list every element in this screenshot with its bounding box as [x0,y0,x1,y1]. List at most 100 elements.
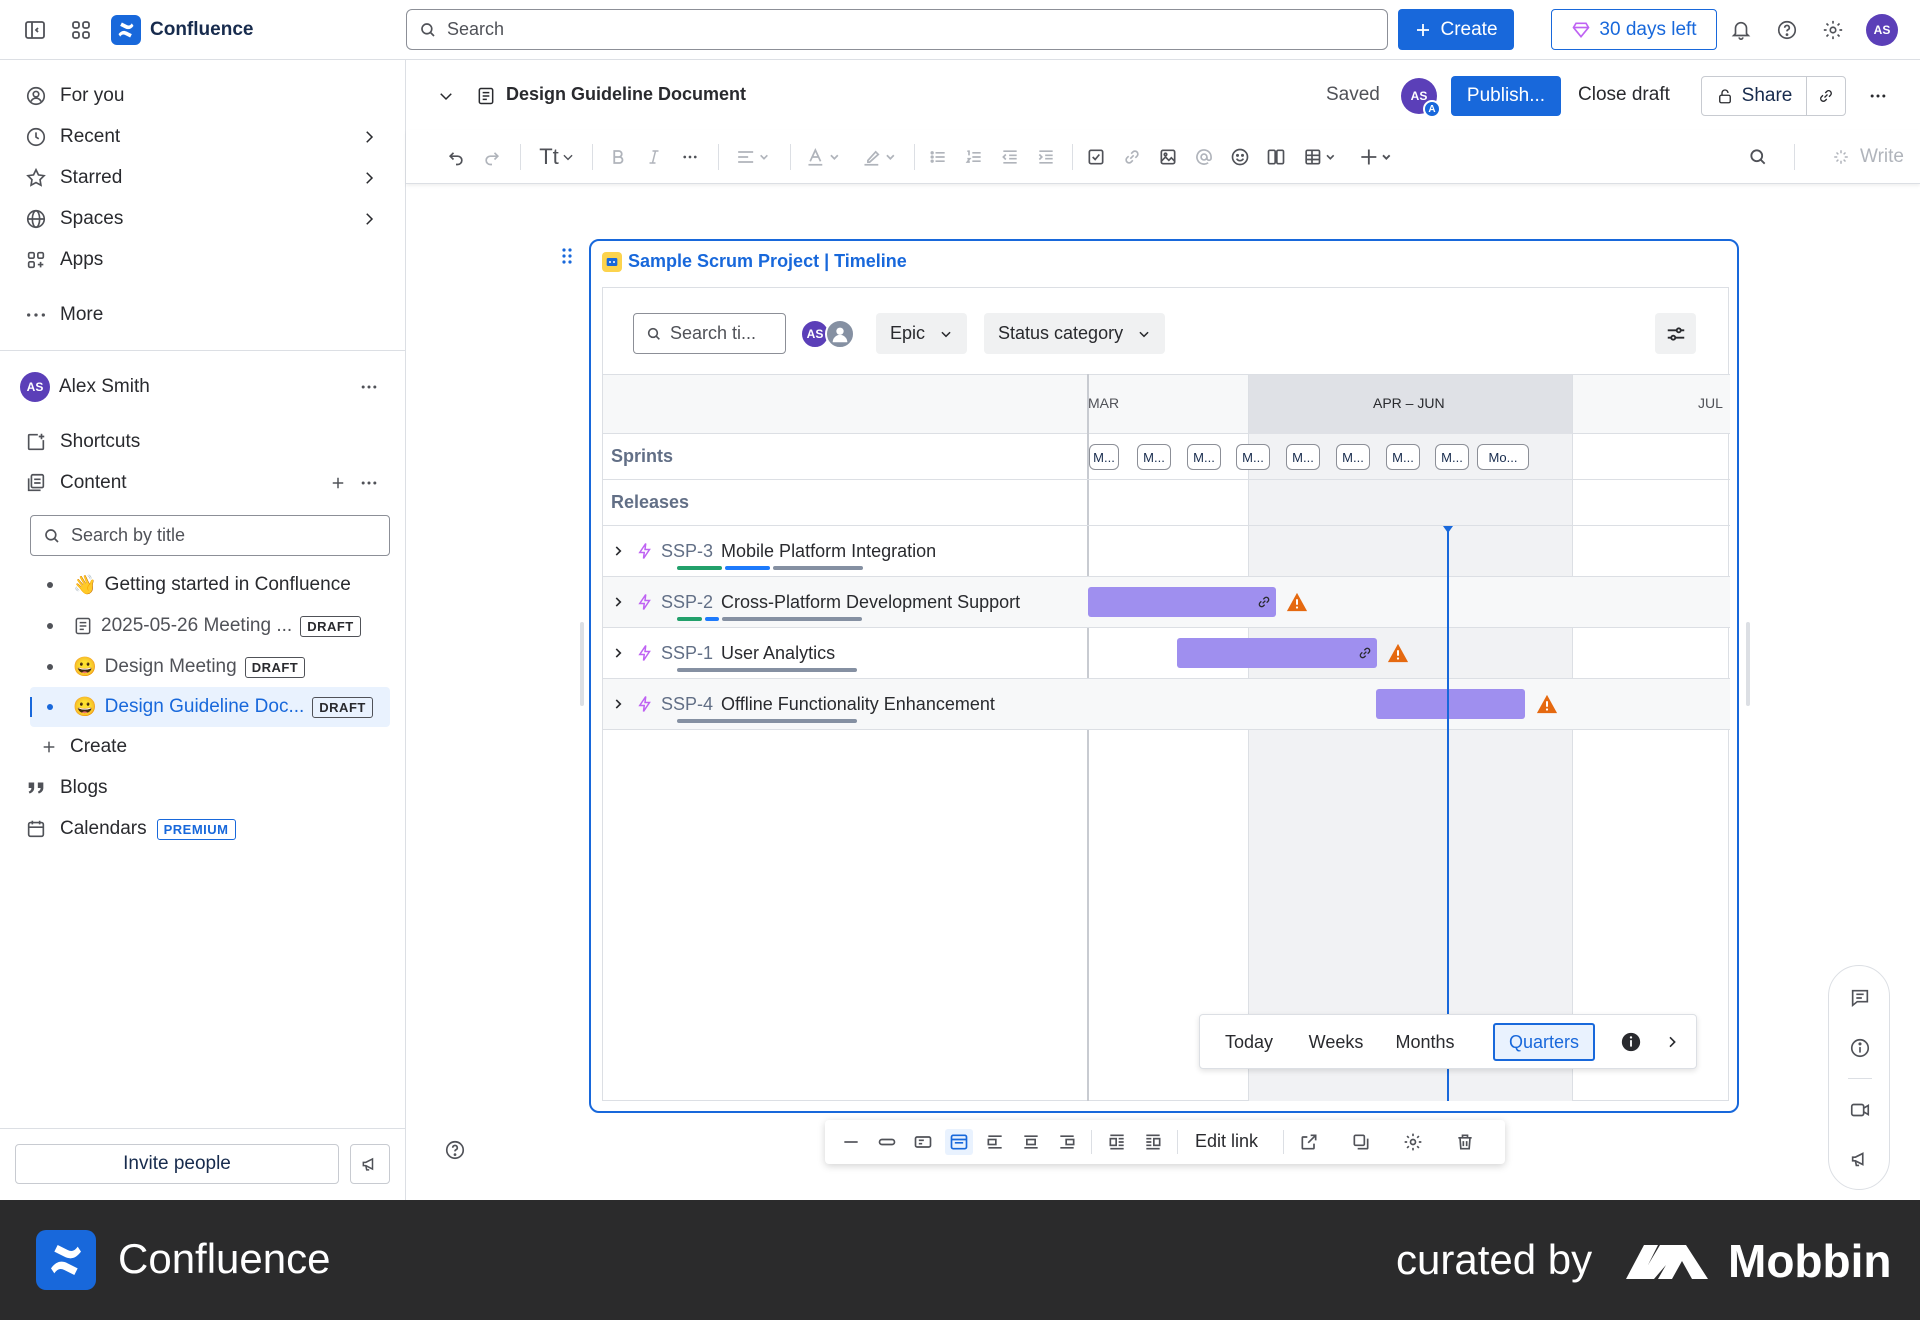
sidebar-item-calendars[interactable]: Calendars PREMIUM [24,812,236,846]
details-info-icon[interactable] [1848,1036,1872,1060]
sprint-chip[interactable]: M... [1187,444,1221,470]
find-search-icon[interactable] [1744,143,1772,171]
global-search-input[interactable]: Search [406,9,1388,50]
tree-item-selected[interactable]: 😀 Design Guideline Doc... DRAFT [30,687,390,727]
undo-icon[interactable] [442,143,470,171]
trial-button[interactable]: 30 days left [1551,9,1717,50]
edit-link-button[interactable]: Edit link [1195,1131,1258,1152]
sidebar-item-shortcuts[interactable]: Shortcuts [24,425,140,459]
add-content-plus-icon[interactable] [326,471,350,495]
sprint-chip[interactable]: M... [1137,444,1171,470]
months-view-button[interactable]: Months [1384,1023,1466,1061]
align-left-icon[interactable] [981,1129,1009,1155]
chevron-right-icon[interactable] [357,166,381,190]
issue-key[interactable]: SSP-3 [661,541,713,562]
drag-handle-icon[interactable] [559,245,575,267]
emoji-icon[interactable] [1226,143,1254,171]
more-formatting-icon[interactable] [676,143,704,171]
epic-bar[interactable] [1088,587,1276,617]
epic-bar[interactable] [1376,689,1525,719]
wrap-left-icon[interactable] [1103,1129,1131,1155]
collaborator-avatar[interactable]: AS A [1401,78,1441,118]
quarters-view-button[interactable]: Quarters [1493,1023,1595,1061]
sprint-chip[interactable]: M... [1236,444,1270,470]
bullet-list-icon[interactable] [924,143,952,171]
content-more-icon[interactable] [357,471,381,495]
invite-people-button[interactable]: Invite people [15,1144,339,1184]
sidebar-item-starred[interactable]: Starred [24,161,122,195]
issue-key[interactable]: SSP-4 [661,694,713,715]
warning-icon[interactable] [1535,692,1559,716]
sidebar-item-recent[interactable]: Recent [24,120,120,154]
outdent-icon[interactable] [996,143,1024,171]
write-ai-button[interactable]: Write [1826,143,1910,171]
app-switcher-icon[interactable] [66,15,96,45]
comments-icon[interactable] [1848,986,1872,1010]
share-button[interactable]: Share [1701,76,1807,116]
macro-settings-gear-icon[interactable] [1399,1129,1427,1155]
jira-timeline-macro[interactable]: Sample Scrum Project | Timeline Search t… [589,239,1739,1113]
image-icon[interactable] [1154,143,1182,171]
mention-icon[interactable] [1190,143,1218,171]
tree-item[interactable]: 👋 Getting started in Confluence [30,565,390,605]
user-avatar[interactable]: AS [1866,14,1898,46]
unassigned-avatar-icon[interactable] [825,319,855,349]
sidebar-item-blogs[interactable]: Blogs [24,771,108,805]
copy-icon[interactable] [1347,1129,1375,1155]
help-icon[interactable] [1772,15,1802,45]
expand-chevron-icon[interactable] [611,697,625,711]
sprint-chip[interactable]: M... [1336,444,1370,470]
space-header[interactable]: AS Alex Smith [20,370,150,404]
resize-handle-right[interactable] [1746,622,1750,706]
copy-link-button[interactable] [1806,76,1846,116]
insert-plus-icon[interactable] [1354,143,1402,171]
tree-item[interactable]: 😀 Design Meeting DRAFT [30,647,390,687]
video-record-icon[interactable] [1848,1098,1872,1122]
warning-icon[interactable] [1386,641,1410,665]
expand-chevron-icon[interactable] [611,595,625,609]
insert-link-icon[interactable] [1118,143,1146,171]
timeline-search-input[interactable]: Search ti... [633,313,786,354]
redo-icon[interactable] [478,143,506,171]
card-view-icon[interactable] [909,1129,937,1155]
create-button[interactable]: Create [1398,9,1514,50]
macro-title-link[interactable]: Sample Scrum Project | Timeline [602,251,907,272]
epic-row[interactable]: SSP-4 Offline Functionality Enhancement [603,679,1730,730]
indent-icon[interactable] [1032,143,1060,171]
chevron-right-icon[interactable] [357,125,381,149]
sidebar-item-spaces[interactable]: Spaces [24,202,123,236]
help-circle-icon[interactable] [442,1137,468,1163]
alignment-dropdown-icon[interactable] [730,143,778,171]
text-style-dropdown[interactable]: Tt [534,143,580,171]
open-external-icon[interactable] [1295,1129,1323,1155]
wrap-right-icon[interactable] [1139,1129,1167,1155]
dependency-link-icon[interactable] [1256,594,1272,610]
sprint-chip[interactable]: M... [1386,444,1420,470]
sprint-chip[interactable]: M... [1286,444,1320,470]
settings-gear-icon[interactable] [1818,15,1848,45]
feedback-button[interactable] [350,1144,390,1184]
chevron-right-icon[interactable] [1660,1030,1684,1054]
issue-key[interactable]: SSP-1 [661,643,713,664]
announcement-megaphone-icon[interactable] [1848,1147,1872,1171]
epic-row[interactable]: SSP-3 Mobile Platform Integration [603,526,1730,577]
layouts-icon[interactable] [1262,143,1290,171]
align-right-icon[interactable] [1053,1129,1081,1155]
tree-item[interactable]: 2025-05-26 Meeting ... DRAFT [30,606,390,646]
resize-handle-left[interactable] [580,622,584,706]
collapse-chevron-icon[interactable] [434,84,458,108]
notifications-bell-icon[interactable] [1726,15,1756,45]
sidebar-toggle-icon[interactable] [20,15,50,45]
epic-row[interactable]: SSP-1 User Analytics [603,628,1730,679]
space-more-icon[interactable] [357,375,381,399]
view-settings-button[interactable] [1655,313,1696,354]
warning-icon[interactable] [1285,590,1309,614]
sidebar-item-more[interactable]: More [24,298,103,332]
align-center-icon[interactable] [1017,1129,1045,1155]
publish-button[interactable]: Publish... [1451,76,1561,116]
embed-view-icon[interactable] [945,1129,973,1155]
expand-chevron-icon[interactable] [611,646,625,660]
weeks-view-button[interactable]: Weeks [1296,1023,1376,1061]
sprint-chip[interactable]: Mo... [1477,444,1529,470]
sidebar-create-link[interactable]: Create [40,730,127,764]
